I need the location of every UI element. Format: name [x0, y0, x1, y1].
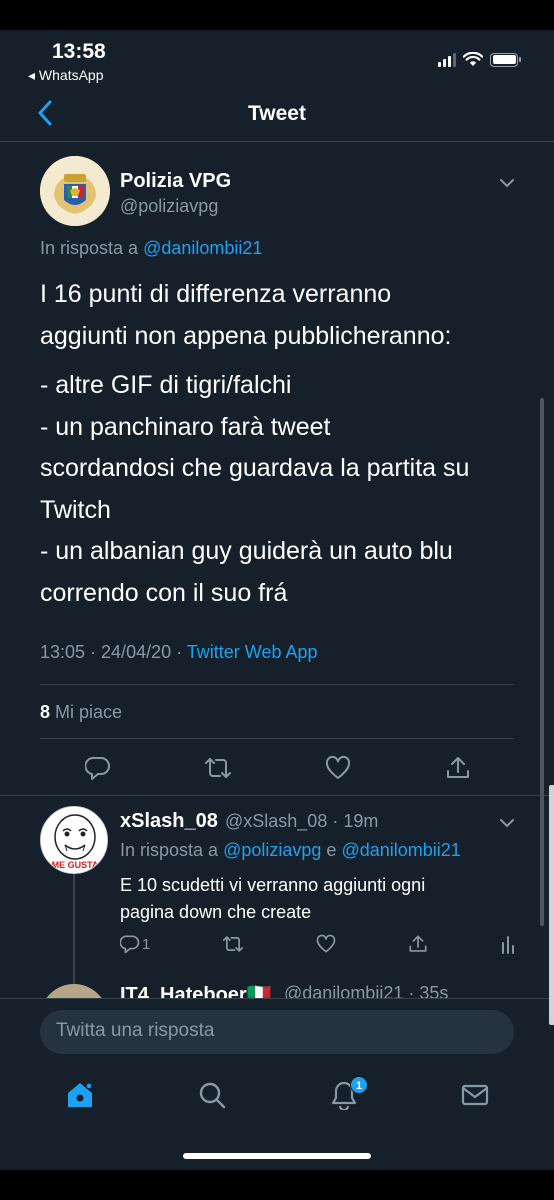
page-title: Tweet	[248, 102, 306, 125]
reply-prefix: In risposta a	[40, 238, 139, 258]
divider	[0, 795, 554, 796]
mail-icon	[461, 1084, 489, 1106]
chevron-down-icon	[500, 819, 514, 828]
like-button[interactable]	[316, 934, 336, 954]
analytics-icon	[501, 936, 514, 954]
divider	[40, 684, 514, 685]
tweet-line: - un albanian guy guiderà un auto blu	[40, 537, 453, 565]
next-reply[interactable]: IT4_Hateboer🇮🇹 @danilombii21 · 35s	[0, 980, 554, 998]
time-date: 13:05 · 24/04/20 ·	[40, 642, 183, 662]
battery-icon	[490, 52, 521, 67]
reply-actions: 1	[120, 932, 516, 956]
notifications-badge: 1	[350, 1076, 368, 1094]
reply-text: E 10 scudetti vi verranno aggiunti ogni …	[120, 872, 520, 926]
reply-avatar[interactable]: ME GUSTA	[40, 806, 108, 874]
mentioned-user-link[interactable]: @danilombii21	[143, 238, 262, 258]
retweet-button[interactable]	[222, 934, 244, 954]
analytics-button[interactable]	[500, 934, 516, 954]
tab-messages[interactable]	[458, 1078, 492, 1112]
reply-author-meta[interactable]: @xSlash_08 · 19m	[225, 811, 378, 832]
scrollbar[interactable]	[540, 398, 544, 926]
retweet-icon	[205, 758, 231, 778]
reply-count: 1	[142, 935, 151, 953]
back-to-whatsapp[interactable]: ◂ WhatsApp	[28, 67, 104, 84]
avatar[interactable]	[40, 156, 110, 226]
wifi-icon	[463, 52, 483, 66]
reply-line: pagina down che create	[120, 902, 312, 922]
tweet-actions	[84, 754, 472, 782]
reply-compose-input[interactable]: Twitta una risposta	[40, 1010, 514, 1054]
tab-home[interactable]	[63, 1078, 97, 1112]
tweet-line: - altre GIF di tigri/falchi	[40, 371, 292, 399]
tweet-line: correndo con il suo frá	[40, 578, 288, 607]
side-scroll-handle[interactable]	[549, 785, 554, 1025]
divider	[40, 738, 514, 739]
thread-line	[73, 870, 75, 990]
like-button[interactable]	[324, 754, 352, 782]
reply-conjunction: e	[326, 840, 337, 860]
like-icon	[316, 934, 336, 953]
reply-author-name[interactable]: xSlash_08	[120, 810, 218, 833]
police-emblem-icon	[40, 156, 110, 226]
author-handle[interactable]: @poliziavpg	[120, 196, 218, 217]
like-icon	[325, 755, 351, 779]
retweet-button[interactable]	[204, 754, 232, 782]
app-screen: 13:58 ◂ WhatsApp Tweet Polizia VPG @poli…	[0, 30, 554, 1170]
status-icons	[438, 52, 521, 67]
tweet-line: - un panchinaro farà tweet	[40, 412, 331, 441]
retweet-icon	[223, 936, 244, 952]
reply-button[interactable]: 1	[120, 934, 150, 954]
next-author-name[interactable]: IT4_Hateboer🇮🇹	[120, 982, 272, 998]
share-button[interactable]	[408, 934, 428, 954]
home-icon	[68, 1082, 93, 1107]
source-link[interactable]: Twitter Web App	[187, 642, 318, 662]
tab-search[interactable]	[195, 1078, 229, 1112]
tweet-timestamp: 13:05 · 24/04/20 · Twitter Web App	[40, 642, 318, 663]
tweet-menu-button[interactable]	[496, 172, 518, 194]
mentioned-user-link[interactable]: @poliziavpg	[223, 840, 321, 860]
tweet-line: scordandosi che guardava la partita su	[40, 454, 470, 482]
search-icon	[199, 1082, 226, 1109]
tweet-line: I 16 punti di differenza verranno	[40, 280, 392, 308]
meme-face-icon: ME GUSTA	[41, 807, 107, 873]
likes-count: 8	[40, 702, 51, 722]
tweet-line: Twitch	[40, 495, 111, 524]
reply-context: In risposta a @poliziavpg e @danilombii2…	[120, 840, 461, 861]
home-indicator[interactable]	[183, 1153, 371, 1159]
tweet-text: I 16 punti di differenza verranno aggiun…	[40, 274, 530, 614]
reply-button[interactable]	[84, 754, 112, 782]
reply-menu-button[interactable]	[496, 812, 518, 834]
reply-line: E 10 scudetti vi verranno aggiunti ogni	[120, 875, 426, 895]
signal-icon	[438, 52, 456, 67]
next-author-meta[interactable]: @danilombii21 · 35s	[284, 983, 448, 998]
avatar-caption: ME GUSTA	[52, 860, 99, 870]
status-time: 13:58	[52, 40, 106, 63]
likes-summary[interactable]: 8 Mi piace	[40, 702, 122, 723]
chevron-down-icon	[500, 179, 514, 188]
avatar[interactable]	[40, 984, 108, 998]
share-icon	[409, 935, 427, 952]
tab-bar	[0, 1070, 554, 1120]
reply-icon	[85, 756, 110, 780]
header: Tweet	[0, 86, 554, 142]
mentioned-user-link[interactable]: @danilombii21	[341, 840, 460, 860]
share-icon	[447, 757, 469, 778]
share-button[interactable]	[444, 754, 472, 782]
reply-context: In risposta a @danilombii21	[40, 238, 262, 259]
reply-prefix: In risposta a	[120, 840, 219, 860]
author-name[interactable]: Polizia VPG	[120, 170, 231, 193]
likes-label: Mi piace	[55, 702, 123, 722]
reply-icon	[120, 935, 140, 954]
tweet-line: aggiunti non appena pubblicheranno:	[40, 321, 452, 350]
